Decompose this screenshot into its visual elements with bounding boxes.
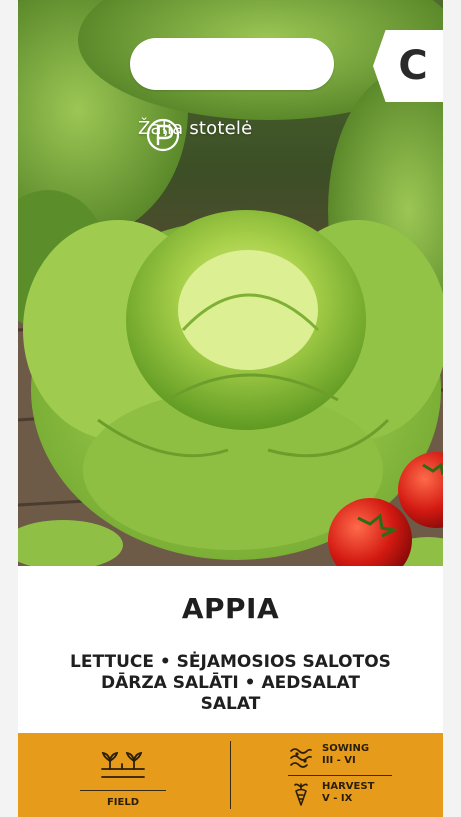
seedling-row-icon [101,751,145,778]
field-divider [80,790,166,791]
field-label: FIELD [106,797,140,808]
seed-packet: C Žalia stotelė APPIA LETTUCE • SĖJAMOSI… [18,0,443,817]
harvest-label: HARVEST [322,781,375,792]
sowing-label: SOWING [322,743,370,754]
crop-names: LETTUCE • SĖJAMOSIOS SALOTOS DĀRZA SALĀT… [18,652,443,715]
seed-class-letter: C [398,43,428,89]
zalia-stotele-logo-icon [146,118,180,152]
blank-label-area [130,38,334,90]
crop-name-line: LETTUCE • SĖJAMOSIOS SALOTOS [70,652,391,672]
seed-class-badge: C [373,30,443,102]
variety-name: APPIA [181,592,280,625]
growing-info-bar: FIELD SOWING III - VI HARVEST V - IX [18,733,443,817]
field-info: FIELD [78,743,168,813]
brand: Žalia stotelė [138,118,252,152]
sowing-row: SOWING III - VI [288,743,369,769]
info-divider [230,741,231,809]
sowing-icon [290,748,312,768]
schedule-divider [288,775,392,776]
harvest-icon [294,783,308,806]
product-photo: C Žalia stotelė [18,0,443,566]
schedule-info: SOWING III - VI HARVEST V - IX [288,741,398,813]
sowing-months: III - VI [322,755,356,766]
crop-name-line: DĀRZA SALĀTI • AEDSALAT [100,673,360,693]
crop-name-line: SALAT [200,694,261,714]
harvest-row: HARVEST V - IX [288,781,374,807]
harvest-months: V - IX [322,793,353,804]
